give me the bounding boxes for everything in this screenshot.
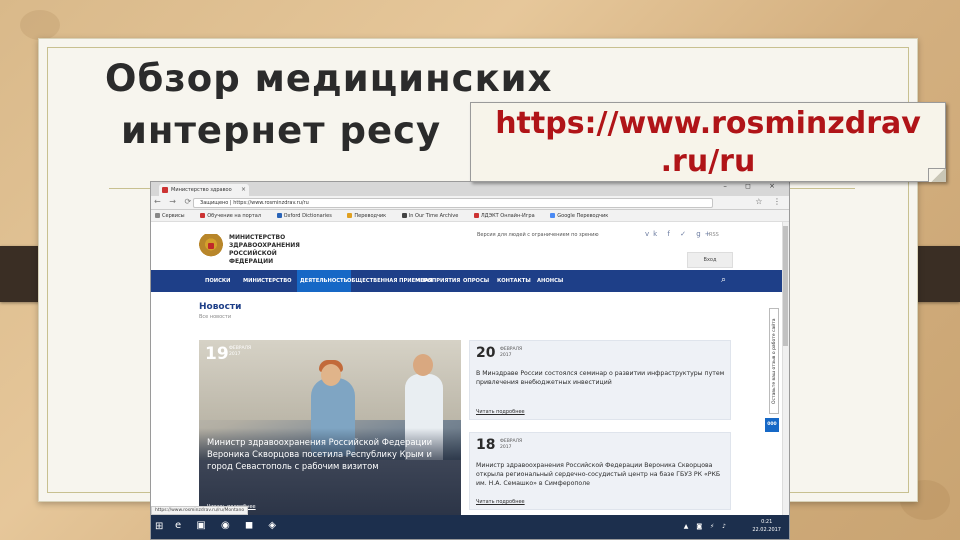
bookmarks-bar: Сервисы Обучение на портал Oxford Dictio… xyxy=(151,210,789,222)
main-nav: ПОИСКИ МИНИСТЕРСТВО ДЕЯТЕЛЬНОСТЬ ОБЩЕСТВ… xyxy=(151,270,789,292)
bookmark-label: Google Переводчик xyxy=(557,213,609,219)
featured-day: 19 xyxy=(205,344,229,364)
nav-item-ministry[interactable]: МИНИСТЕРСТВО xyxy=(243,270,292,292)
card-read-more[interactable]: Читать подробнее xyxy=(476,409,525,415)
taskbar-apps-icon[interactable]: e ▣ ◉ ◼ ◈ xyxy=(175,520,282,531)
widget-badge[interactable]: 000 xyxy=(765,418,779,432)
news-heading[interactable]: Новости xyxy=(199,302,241,312)
photo-figure xyxy=(413,354,433,376)
bookmark-icon xyxy=(200,213,206,218)
bookmark-icon xyxy=(276,213,282,218)
scrollbar-thumb[interactable] xyxy=(783,226,788,346)
title-line-1: Обзор медицинских xyxy=(105,57,553,100)
start-icon[interactable]: ⊞ xyxy=(155,521,163,532)
browser-tab[interactable]: Министерство здравоо × xyxy=(159,184,249,196)
login-button[interactable]: Вход xyxy=(687,252,733,268)
status-url: https://www.rosminzdrav.ru/ru/Montano xyxy=(151,506,249,515)
card-month: ФЕВРАЛЯ 2017 xyxy=(500,439,523,450)
accessibility-link[interactable]: Версия для людей с ограничением по зрени… xyxy=(477,232,599,238)
rss-link[interactable]: RSS xyxy=(709,232,719,238)
news-card[interactable]: 20 ФЕВРАЛЯ 2017 В Минздраве России состо… xyxy=(469,340,731,420)
browser-toolbar: ← → ⟳ Защищено | https://www.rosminzdrav… xyxy=(151,196,789,210)
search-icon[interactable]: ⌕ xyxy=(721,275,726,285)
bookmark-icon xyxy=(347,213,353,218)
site-header: МИНИСТЕРСТВО ЗДРАВООХРАНЕНИЯ РОССИЙСКОЙ … xyxy=(151,222,789,270)
bookmark-item[interactable]: Переводчик xyxy=(347,213,386,219)
all-news-link[interactable]: Все новости xyxy=(199,314,231,320)
bookmark-item[interactable]: Oxford Dictionaries xyxy=(276,213,332,219)
ministry-website: МИНИСТЕРСТВО ЗДРАВООХРАНЕНИЯ РОССИЙСКОЙ … xyxy=(151,222,789,528)
windows-taskbar: ⊞ e ▣ ◉ ◼ ◈ ▲ ◙ ⚡ ♪ 0:21 22.02.2017 xyxy=(151,515,789,539)
system-tray-icon[interactable]: ▲ ◙ ⚡ ♪ xyxy=(684,523,729,530)
apps-icon xyxy=(155,213,160,218)
bookmark-label: In Our Time Archive xyxy=(408,213,459,219)
bookmark-item[interactable]: ЛДЭКТ Онлайн-Игра xyxy=(473,213,535,219)
card-day: 18 xyxy=(476,437,496,453)
news-card[interactable]: 18 ФЕВРАЛЯ 2017 Министр здравоохранения … xyxy=(469,432,731,510)
social-icons[interactable]: vk f ✓ g+ xyxy=(645,230,715,238)
nav-item-contacts[interactable]: КОНТАКТЫ xyxy=(497,270,531,292)
nav-item-search[interactable]: ПОИСКИ xyxy=(205,270,230,292)
bookmark-item[interactable]: Обучение на портал xyxy=(200,213,261,219)
nav-item-polls[interactable]: ОПРОСЫ xyxy=(463,270,489,292)
coat-of-arms-icon[interactable] xyxy=(199,234,223,260)
clock[interactable]: 0:21 22.02.2017 xyxy=(752,518,781,534)
featured-caption[interactable]: Министр здравоохранения Российской Федер… xyxy=(207,436,451,472)
nav-item-events[interactable]: МЕРОПРИЯТИЯ xyxy=(415,270,460,292)
nav-buttons-icon[interactable]: ← → ⟳ xyxy=(154,197,194,206)
address-bar[interactable]: Защищено | https://www.rosminzdrav.ru/ru xyxy=(193,198,713,208)
bookmark-label: Обучение на портал xyxy=(207,213,262,219)
callout-fold xyxy=(928,168,946,182)
url-callout: https://www.rosminzdrav .ru/ru xyxy=(470,102,946,182)
bookmark-label: Переводчик xyxy=(354,213,387,219)
nav-item-activity[interactable]: ДЕЯТЕЛЬНОСТЬ xyxy=(297,270,351,292)
bookmark-label: Oxford Dictionaries xyxy=(283,213,332,219)
scrollbar[interactable] xyxy=(782,222,789,528)
tab-close-icon[interactable]: × xyxy=(241,184,246,196)
card-text[interactable]: В Минздраве России состоялся семинар о р… xyxy=(476,369,726,387)
photo-figure xyxy=(321,364,341,386)
favicon-icon xyxy=(162,187,168,193)
bookmark-item[interactable]: In Our Time Archive xyxy=(401,213,459,219)
cork-texture xyxy=(20,10,60,40)
featured-news[interactable]: 19 ФЕВРАЛЯ 2017 Министр здравоохранения … xyxy=(199,340,461,516)
browser-tab-strip: Министерство здравоо × – ◻ × xyxy=(151,182,789,196)
bookmark-icon xyxy=(401,213,407,218)
tab-title: Министерство здравоо xyxy=(171,187,232,193)
bookmark-label: ЛДЭКТ Онлайн-Игра xyxy=(480,213,535,219)
callout-line-2: .ru/ru xyxy=(660,144,756,179)
browser-menu-icon[interactable]: ☆ ⋮ xyxy=(755,197,785,206)
bookmark-icon xyxy=(473,213,479,218)
card-month: ФЕВРАЛЯ 2017 xyxy=(500,347,523,358)
clock-date: 22.02.2017 xyxy=(752,527,781,533)
feedback-tab[interactable]: Оставьте ваш отзыв о работе сайта xyxy=(769,308,779,414)
bookmark-item[interactable]: Google Переводчик xyxy=(550,213,608,219)
card-read-more[interactable]: Читать подробнее xyxy=(476,499,525,505)
card-text[interactable]: Министр здравоохранения Российской Федер… xyxy=(476,461,726,488)
website-screenshot: Министерство здравоо × – ◻ × ← → ⟳ Защищ… xyxy=(150,181,790,540)
nav-item-announcements[interactable]: АНОНСЫ xyxy=(537,270,563,292)
bookmark-icon xyxy=(550,213,556,218)
bookmark-item[interactable]: Сервисы xyxy=(155,213,185,219)
card-day: 20 xyxy=(476,345,496,361)
clock-time: 0:21 xyxy=(761,519,773,525)
ministry-name[interactable]: МИНИСТЕРСТВО ЗДРАВООХРАНЕНИЯ РОССИЙСКОЙ … xyxy=(229,234,319,266)
featured-month: ФЕВРАЛЯ 2017 xyxy=(229,346,252,357)
window-controls[interactable]: – ◻ × xyxy=(723,182,783,190)
callout-line-1: https://www.rosminzdrav xyxy=(495,106,921,141)
bookmark-label: Сервисы xyxy=(162,213,185,219)
